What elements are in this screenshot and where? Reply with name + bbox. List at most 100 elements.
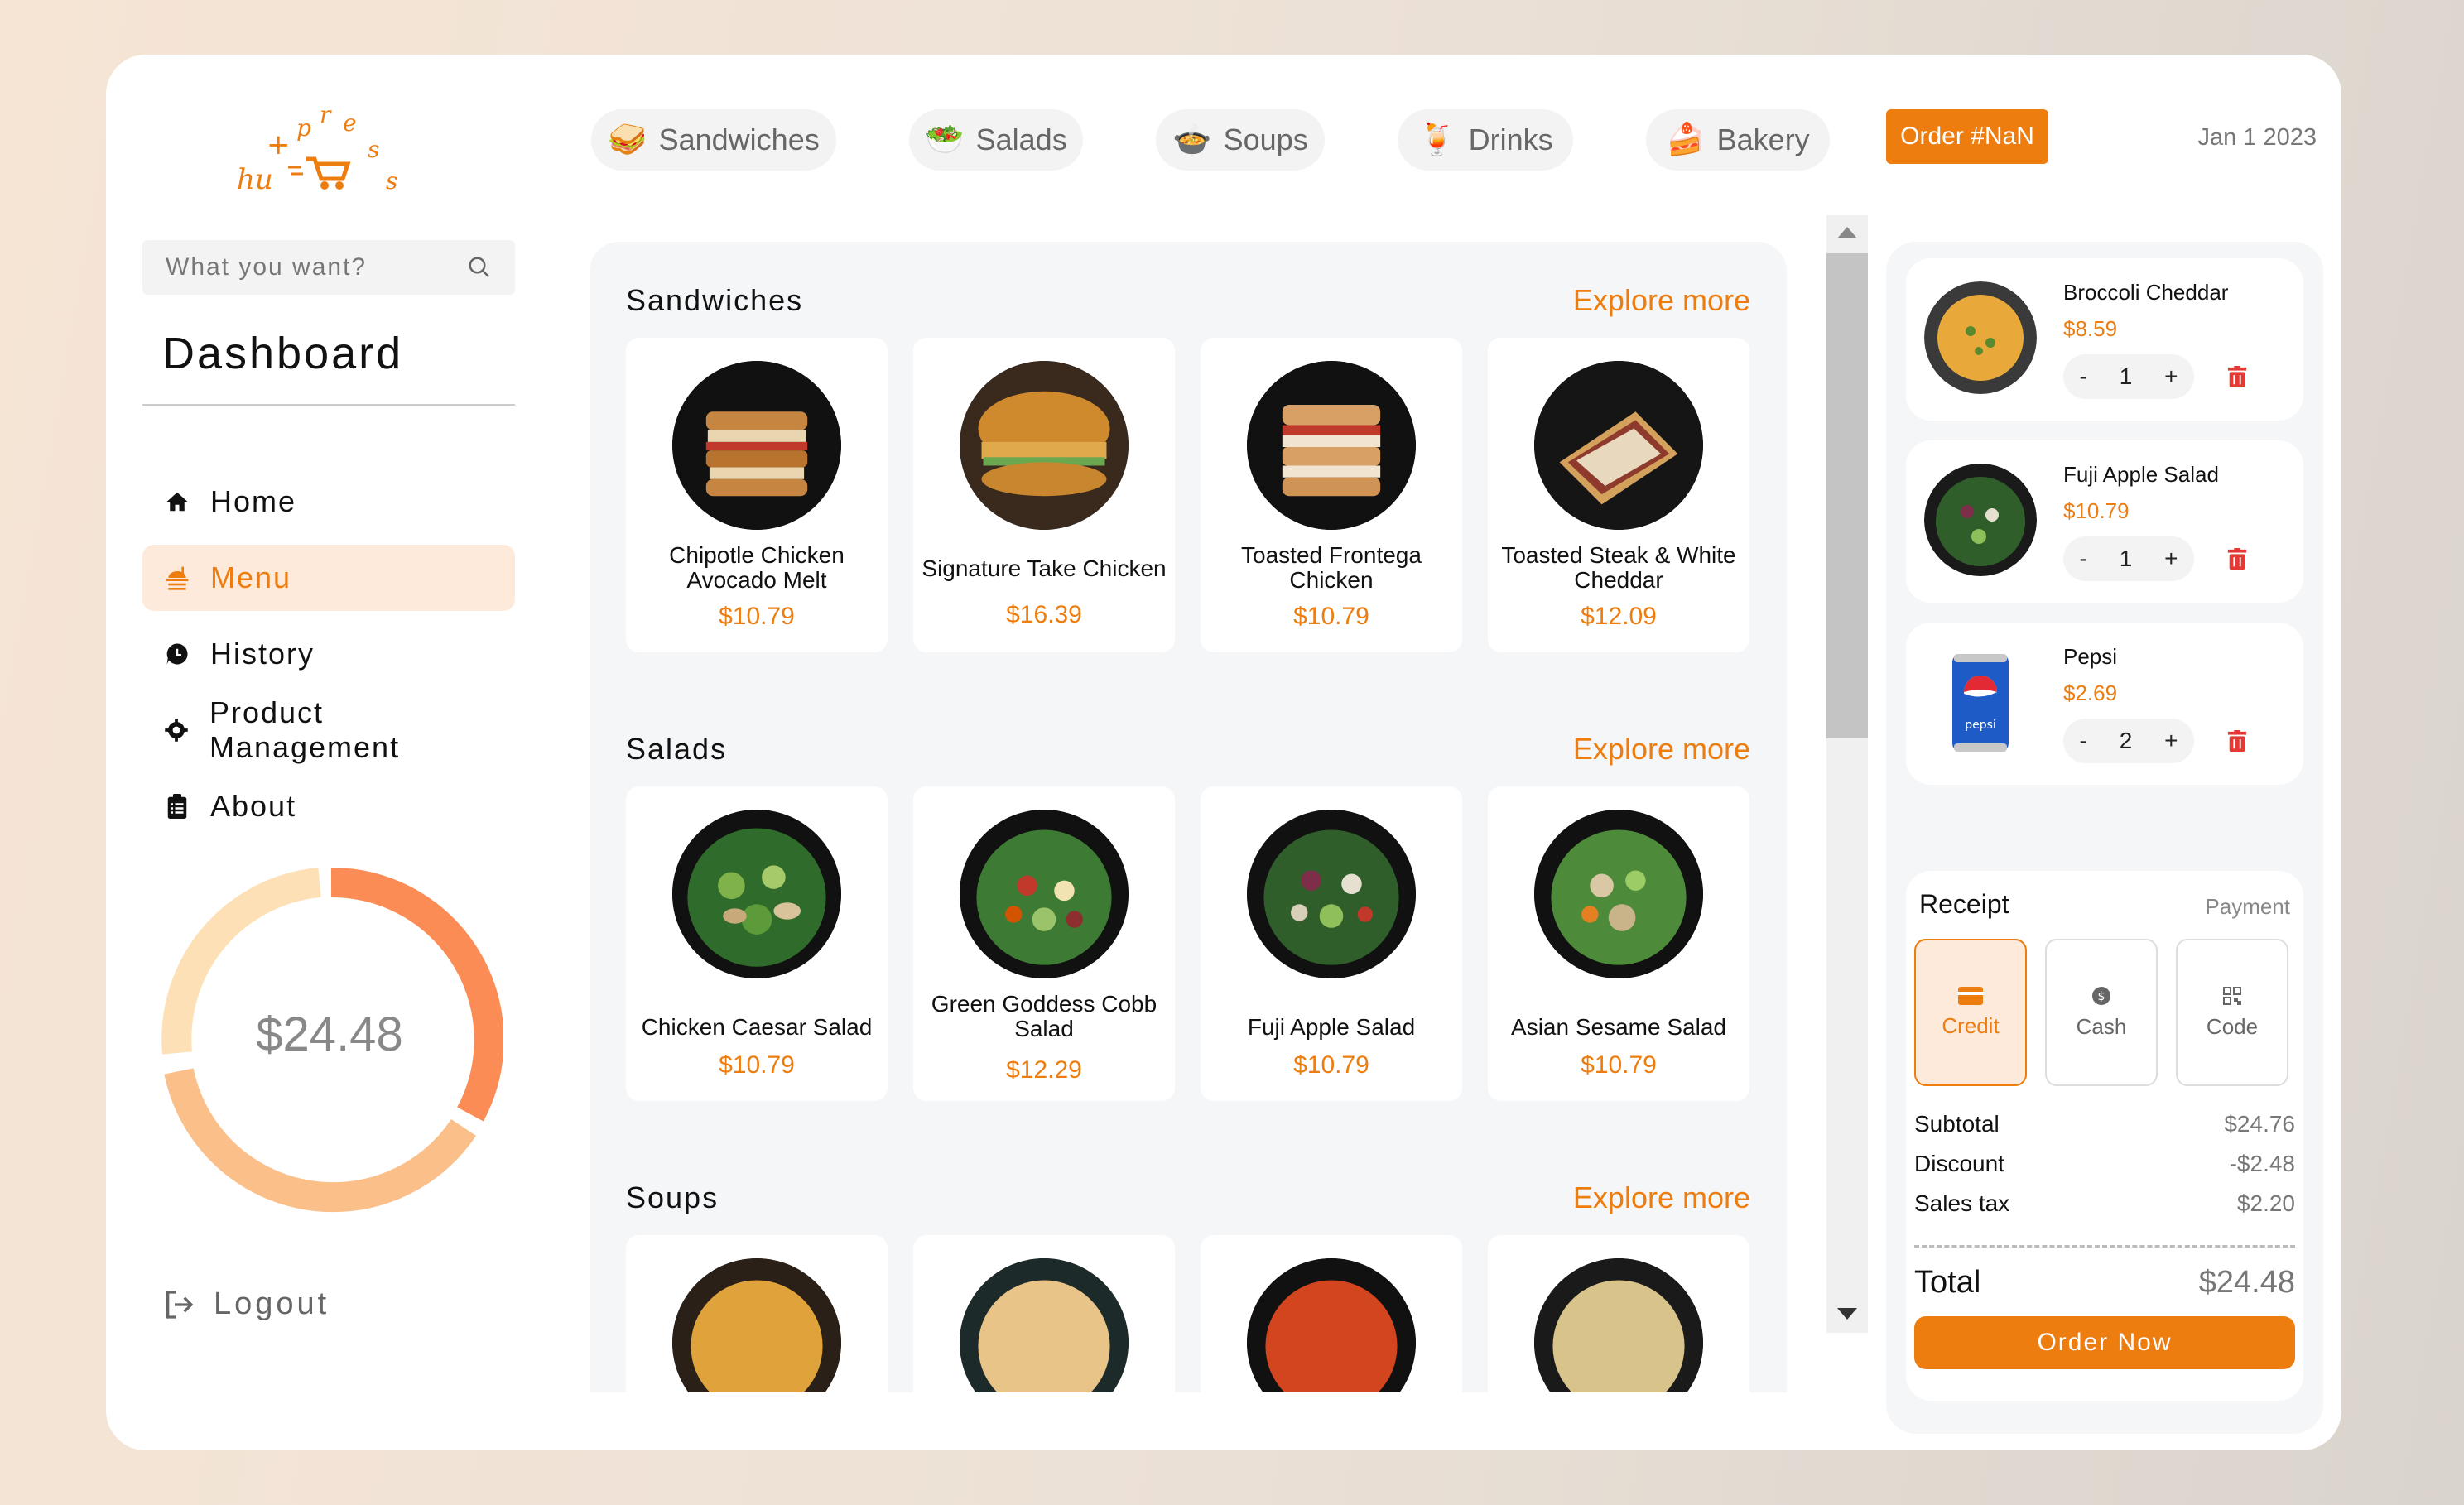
section-title-salads: Salads [626,732,728,766]
cart-item-name: Fuji Apple Salad [2063,462,2219,487]
category-drinks[interactable]: 🍹 Drinks [1398,109,1573,171]
svg-text:$: $ [2098,990,2105,1003]
payment-method-label: Credit [1942,1012,2000,1038]
item-price: $10.79 [1293,603,1369,630]
menu-card[interactable]: Toasted Steak & White Cheddar $12.09 [1488,338,1749,652]
nav-item-product-management[interactable]: Product Management [142,695,515,764]
category-label: Sandwiches [658,123,820,156]
menu-card[interactable] [1488,1235,1749,1392]
cart-item-image [1924,464,2037,576]
category-salads[interactable]: 🥗 Salads [909,109,1083,171]
donut-segment-mid [164,1068,476,1213]
item-price: $10.79 [719,603,795,630]
logout-icon [166,1290,194,1319]
cash-icon: $ [2092,986,2110,1005]
page-title: Dashboard [162,329,404,378]
category-label: Drinks [1468,123,1553,156]
food-image [672,361,841,530]
quantity-stepper: - 2 + [2063,719,2194,763]
quantity-value: 2 [2119,728,2133,753]
cart-item-name: Pepsi [2063,644,2118,669]
cart-item-name: Broccoli Cheddar [2063,280,2229,305]
explore-more-link[interactable]: Explore more [1573,1180,1750,1215]
menu-card[interactable] [1201,1235,1462,1392]
menu-card[interactable] [913,1235,1175,1392]
payment-method-label: Cash [2076,1013,2127,1039]
food-image [1534,810,1703,978]
app-window: hu + p r e s s 🥪 Sandwiches 🥗 Salads 🍲 S… [106,55,2341,1450]
food-image [1534,1258,1703,1392]
menu-card[interactable]: Chicken Caesar Salad $10.79 [626,786,888,1101]
soup-icon: 🍲 [1172,123,1212,157]
tax-row: Sales tax $2.20 [1914,1190,2295,1217]
menu-icon [162,563,192,593]
menu-card[interactable]: Chipotle Chicken Avocado Melt $10.79 [626,338,888,652]
category-label: Salads [975,123,1067,156]
cake-icon: 🍰 [1666,123,1706,157]
item-name: Chicken Caesar Salad [641,1014,873,1040]
nav-item-label: About [210,789,297,823]
menu-card[interactable]: Asian Sesame Salad $10.79 [1488,786,1749,1101]
tax-label: Sales tax [1914,1190,2010,1216]
scrollbar-thumb[interactable] [1826,253,1868,738]
category-sandwiches[interactable]: 🥪 Sandwiches [591,109,836,171]
date-label: Jan 1 2023 [2197,124,2317,151]
nav-item-about[interactable]: About [142,773,515,839]
trash-icon[interactable] [2227,730,2247,752]
total-row: Total $24.48 [1914,1265,2295,1301]
cart-item: Fuji Apple Salad $10.79 - 1 + [1906,440,2303,603]
menu-card[interactable]: Green Goddess Cobb Salad $12.29 [913,786,1175,1101]
search-icon[interactable] [467,255,492,280]
menu-card[interactable]: Toasted Frontega Chicken $10.79 [1201,338,1462,652]
decrement-button[interactable]: - [2074,728,2091,754]
nav-item-history[interactable]: History [142,621,515,687]
drink-icon: 🍹 [1417,123,1457,157]
increment-button[interactable]: + [2159,546,2182,572]
item-price: $12.09 [1581,603,1657,630]
subtotal-row: Subtotal $24.76 [1914,1111,2295,1137]
order-now-button[interactable]: Order Now [1914,1316,2295,1369]
svg-text:hu: hu [237,163,273,196]
section-title-soups: Soups [626,1180,719,1214]
category-soups[interactable]: 🍲 Soups [1156,109,1325,171]
category-bakery[interactable]: 🍰 Bakery [1646,109,1830,171]
receipt-card: Receipt Payment Credit $ Cash Code Subto… [1906,871,2303,1401]
nav-item-menu[interactable]: Menu [142,545,515,611]
explore-more-link[interactable]: Explore more [1573,283,1750,318]
payment-label: Payment [2205,894,2290,919]
scroll-up-icon[interactable] [1826,220,1868,245]
increment-button[interactable]: + [2159,728,2182,754]
menu-card[interactable]: Signature Take Chicken $16.39 [913,338,1175,652]
trash-icon[interactable] [2227,548,2247,570]
category-label: Soups [1223,123,1308,156]
discount-row: Discount -$2.48 [1914,1151,2295,1177]
item-name: Toasted Steak & White Cheddar [1501,542,1736,593]
svg-text:s: s [386,167,397,195]
decrement-button[interactable]: - [2074,363,2091,390]
brand-logo[interactable]: hu + p r e s s [230,96,421,204]
payment-code-button[interactable]: Code [2176,939,2288,1086]
explore-more-link[interactable]: Explore more [1573,732,1750,767]
item-name: Fuji Apple Salad [1247,1014,1416,1040]
cart-item-price: $10.79 [2063,498,2130,523]
quantity-value: 1 [2119,546,2133,571]
payment-cash-button[interactable]: $ Cash [2045,939,2158,1086]
cart-item-price: $8.59 [2063,316,2118,341]
item-price: $10.79 [1293,1051,1369,1079]
home-icon [162,487,192,517]
cart-item: pepsi Pepsi $2.69 - 2 + [1906,623,2303,785]
payment-credit-button[interactable]: Credit [1914,939,2027,1086]
nav-item-label: Menu [210,560,292,594]
increment-button[interactable]: + [2159,363,2182,390]
menu-card[interactable]: Fuji Apple Salad $10.79 [1201,786,1462,1101]
trash-icon[interactable] [2227,366,2247,387]
menu-card[interactable] [626,1235,888,1392]
cart-item: Broccoli Cheddar $8.59 - 1 + [1906,258,2303,421]
food-image [672,810,841,978]
decrement-button[interactable]: - [2074,546,2091,572]
search-input[interactable] [166,253,464,281]
item-price: $16.39 [1006,601,1082,628]
logout-button[interactable]: Logout [162,1286,330,1322]
nav-item-home[interactable]: Home [142,469,515,535]
scroll-down-icon[interactable] [1826,1301,1868,1326]
